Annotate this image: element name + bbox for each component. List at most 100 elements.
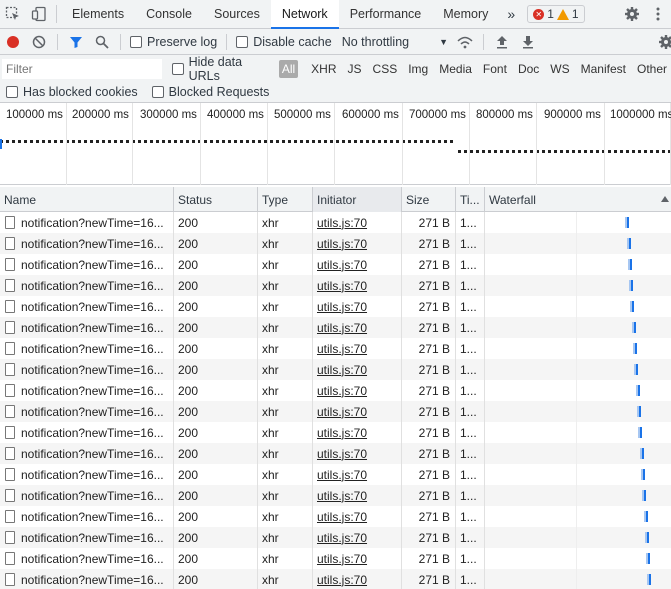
initiator-text[interactable]: utils.js:70 [317,531,367,545]
initiator-text[interactable]: utils.js:70 [317,405,367,419]
initiator-text[interactable]: utils.js:70 [317,468,367,482]
checkbox-box[interactable] [151,86,164,98]
checkbox-box[interactable] [130,35,142,48]
initiator-text[interactable]: utils.js:70 [317,426,367,440]
filter-type-img[interactable]: Img [404,61,432,77]
filter-type-other[interactable]: Other [633,61,671,77]
filter-type-ws[interactable]: WS [546,61,573,77]
checkbox-box[interactable] [236,35,249,48]
wifi-conditions-icon[interactable] [452,29,478,55]
column-waterfall[interactable]: Waterfall [485,187,671,212]
cell-initiator[interactable]: utils.js:70 [313,359,402,380]
table-row[interactable]: notification?newTime=16... 200 xhr utils.js… [0,296,671,317]
checkbox-box[interactable] [6,86,18,98]
cell-initiator[interactable]: utils.js:70 [313,464,402,485]
cell-initiator[interactable]: utils.js:70 [313,380,402,401]
initiator-text[interactable]: utils.js:70 [317,489,367,503]
issues-badge[interactable]: ✕ 1 1 [527,5,585,23]
search-icon[interactable] [89,29,115,55]
tab-elements[interactable]: Elements [61,0,135,28]
table-row[interactable]: notification?newTime=16... 200 xhr utils.js… [0,506,671,527]
initiator-text[interactable]: utils.js:70 [317,321,367,335]
network-overview-timeline[interactable]: 100000 ms 200000 ms 300000 ms 400000 ms 5000… [0,103,671,185]
table-row[interactable]: notification?newTime=16... 200 xhr utils.js… [0,569,671,589]
has-blocked-cookies-checkbox[interactable]: Has blocked cookies [6,85,138,99]
initiator-text[interactable]: utils.js:70 [317,342,367,356]
cell-initiator[interactable]: utils.js:70 [313,506,402,527]
cell-initiator[interactable]: utils.js:70 [313,527,402,548]
clear-icon[interactable] [26,29,52,55]
initiator-text[interactable]: utils.js:70 [317,510,367,524]
record-icon[interactable] [0,29,26,55]
tab-memory[interactable]: Memory [432,0,499,28]
import-har-icon[interactable] [489,29,515,55]
table-row[interactable]: notification?newTime=16... 200 xhr utils.js… [0,464,671,485]
initiator-text[interactable]: utils.js:70 [317,363,367,377]
initiator-text[interactable]: utils.js:70 [317,552,367,566]
cell-initiator[interactable]: utils.js:70 [313,443,402,464]
column-time[interactable]: Ti... [456,187,485,212]
inspect-element-icon[interactable] [0,0,26,28]
initiator-text[interactable]: utils.js:70 [317,258,367,272]
table-row[interactable]: notification?newTime=16... 200 xhr utils.js… [0,443,671,464]
throttling-select[interactable]: No throttling ▼ [342,35,448,49]
filter-funnel-icon[interactable] [63,29,89,55]
disable-cache-checkbox[interactable]: Disable cache [236,35,332,49]
more-tabs-button[interactable]: » [499,0,523,28]
column-status[interactable]: Status [174,187,258,212]
table-row[interactable]: notification?newTime=16... 200 xhr utils.js… [0,548,671,569]
table-row[interactable]: notification?newTime=16... 200 xhr utils.js… [0,485,671,506]
kebab-menu-icon[interactable] [645,7,671,21]
table-row[interactable]: notification?newTime=16... 200 xhr utils.js… [0,275,671,296]
checkbox-box[interactable] [171,62,184,75]
filter-type-js[interactable]: JS [344,61,366,77]
blocked-requests-checkbox[interactable]: Blocked Requests [151,85,269,99]
cell-initiator[interactable]: utils.js:70 [313,401,402,422]
preserve-log-checkbox[interactable]: Preserve log [130,35,217,49]
filter-type-font[interactable]: Font [479,61,511,77]
cell-initiator[interactable]: utils.js:70 [313,569,402,589]
initiator-text[interactable]: utils.js:70 [317,573,367,587]
cell-initiator[interactable]: utils.js:70 [313,254,402,275]
table-row[interactable]: notification?newTime=16... 200 xhr utils.js… [0,317,671,338]
table-row[interactable]: notification?newTime=16... 200 xhr utils.js… [0,212,671,233]
table-row[interactable]: notification?newTime=16... 200 xhr utils.js… [0,359,671,380]
filter-input[interactable] [2,58,162,79]
initiator-text[interactable]: utils.js:70 [317,216,367,230]
export-har-icon[interactable] [515,29,541,55]
cell-initiator[interactable]: utils.js:70 [313,275,402,296]
tab-network[interactable]: Network [270,0,339,29]
network-settings-gear-icon[interactable] [653,29,671,55]
filter-type-manifest[interactable]: Manifest [577,61,630,77]
cell-initiator[interactable]: utils.js:70 [313,485,402,506]
initiator-text[interactable]: utils.js:70 [317,300,367,314]
table-row[interactable]: notification?newTime=16... 200 xhr utils.js… [0,401,671,422]
filter-type-all[interactable]: All [278,59,299,78]
filter-type-xhr[interactable]: XHR [307,61,340,77]
initiator-text[interactable]: utils.js:70 [317,279,367,293]
table-row[interactable]: notification?newTime=16... 200 xhr utils.js… [0,254,671,275]
sort-ascending-icon[interactable] [661,196,669,202]
tab-performance[interactable]: Performance [339,0,433,28]
table-row[interactable]: notification?newTime=16... 200 xhr utils.js… [0,380,671,401]
column-type[interactable]: Type [258,187,313,212]
table-row[interactable]: notification?newTime=16... 200 xhr utils.js… [0,527,671,548]
cell-initiator[interactable]: utils.js:70 [313,233,402,254]
settings-gear-icon[interactable] [619,6,645,22]
initiator-text[interactable]: utils.js:70 [317,237,367,251]
cell-initiator[interactable]: utils.js:70 [313,296,402,317]
cell-initiator[interactable]: utils.js:70 [313,548,402,569]
filter-type-media[interactable]: Media [435,61,476,77]
cell-initiator[interactable]: utils.js:70 [313,338,402,359]
column-size[interactable]: Size [402,187,456,212]
cell-initiator[interactable]: utils.js:70 [313,317,402,338]
tab-console[interactable]: Console [135,0,203,28]
filter-type-css[interactable]: CSS [369,61,402,77]
column-name[interactable]: Name [0,187,174,212]
column-initiator[interactable]: Initiator [313,187,402,212]
initiator-text[interactable]: utils.js:70 [317,447,367,461]
cell-initiator[interactable]: utils.js:70 [313,422,402,443]
device-toolbar-icon[interactable] [26,0,52,28]
tab-sources[interactable]: Sources [203,0,271,28]
table-row[interactable]: notification?newTime=16... 200 xhr utils.js… [0,338,671,359]
